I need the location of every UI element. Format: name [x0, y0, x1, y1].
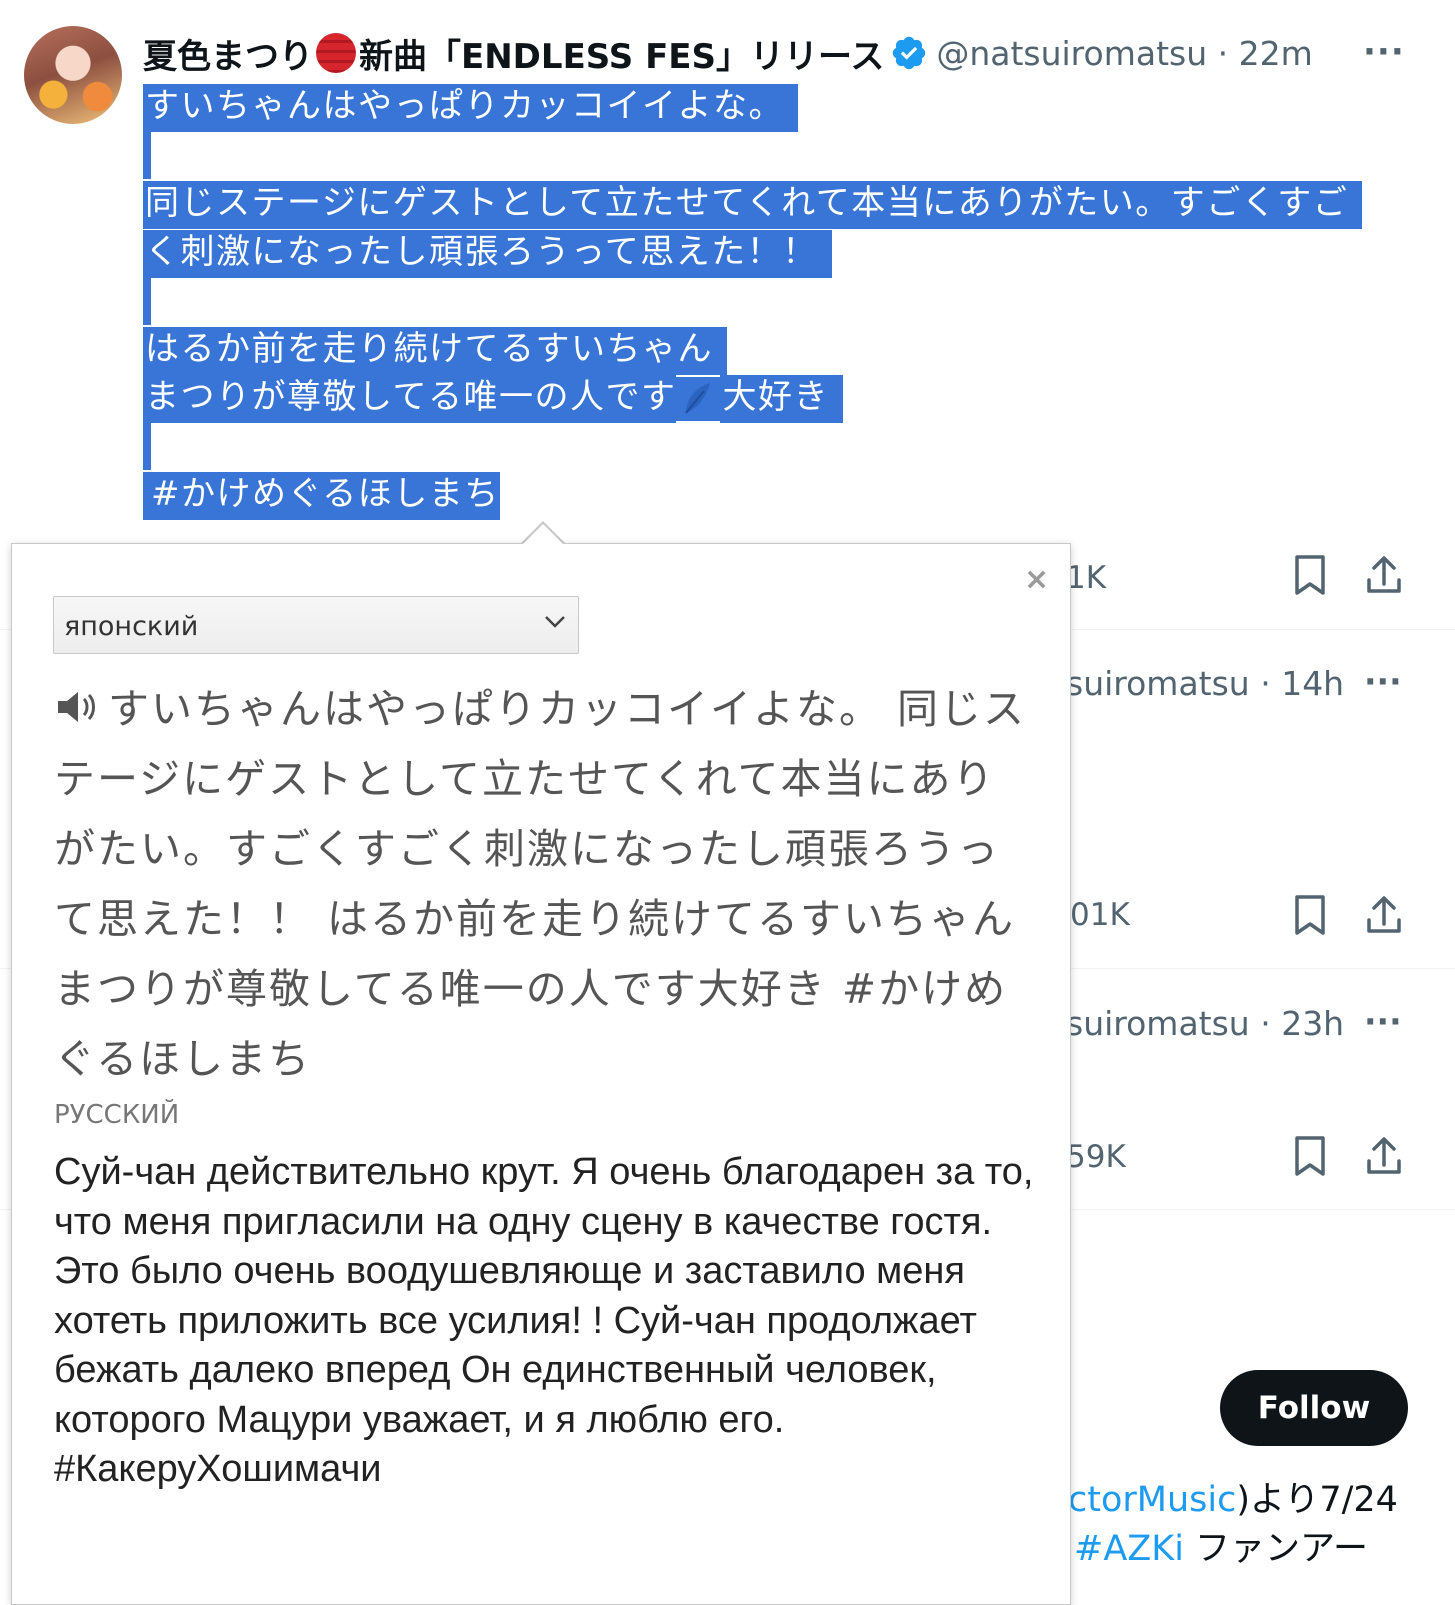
tweet-line: く刺激になったし頑張ろうって思えた！！ — [143, 229, 832, 278]
translated-text: Суй-чан действительно крут. Я очень благ… — [54, 1151, 1034, 1490]
tweet-line: 大好き — [720, 375, 843, 423]
more-icon[interactable]: ··· — [1364, 1002, 1402, 1041]
source-language-select[interactable]: японский — [53, 596, 579, 654]
source-language-value: японский — [64, 611, 199, 642]
bookmark-icon[interactable] — [1290, 1134, 1330, 1178]
engagement-count: 1K — [1066, 560, 1107, 596]
avatar[interactable] — [24, 26, 122, 124]
bio-text: ファンアー — [1183, 1529, 1368, 1569]
hashtag-link[interactable]: #AZKi — [1074, 1529, 1184, 1569]
follow-button[interactable]: Follow — [1220, 1370, 1408, 1446]
selection-blank-line — [143, 421, 151, 470]
tweet-line: まつりが尊敬してる唯一の人です — [143, 375, 677, 423]
tweet-line: 同じステージにゲストとして立たせてくれて本当にありがたい。すごくすご — [143, 181, 1363, 229]
bio-line: ctorMusic)より7/24 — [1068, 1471, 1398, 1522]
separator-dot: · — [1207, 33, 1239, 73]
feed-handle[interactable]: suiromatsu · 14h — [1066, 664, 1344, 703]
engagement-count: 59K — [1066, 1139, 1126, 1175]
display-name[interactable]: 夏色まつり — [143, 29, 313, 78]
source-text-block: すいちゃんはやっぱりカッコイイよな。 同じステージにゲストとして立たせてくれて本… — [54, 674, 1034, 1094]
tweet-line: すいちゃんはやっぱりカッコイイよな。 — [143, 84, 798, 132]
share-icon[interactable] — [1364, 553, 1404, 597]
tweet-header: 夏色まつり 新曲「ENDLESS FES」リリース @natsuiromatsu… — [143, 28, 1443, 78]
tweet-text: すいちゃんはやっぱりカッコイイよな。 同じステージにゲストとして立たせてくれて本… — [143, 82, 1403, 520]
bio-text: )より7/24 — [1236, 1480, 1398, 1520]
hashtag-link[interactable]: #かけめぐるほしまち — [143, 472, 500, 520]
bookmark-icon[interactable] — [1290, 893, 1330, 937]
selection-blank-line — [143, 276, 151, 325]
source-text: すいちゃんはやっぱりカッコイイよな。 同じステージにゲストとして立たせてくれて本… — [54, 685, 1027, 1083]
speaker-icon[interactable] — [54, 687, 98, 727]
engagement-count: 01K — [1070, 897, 1130, 933]
close-icon[interactable]: × — [1024, 562, 1049, 597]
more-icon[interactable]: ··· — [1364, 662, 1402, 701]
share-icon[interactable] — [1364, 893, 1404, 937]
leaf-icon — [676, 376, 721, 421]
translation-popup: × японский すいちゃんはやっぱりカッコイイよな。 同じステージにゲスト… — [11, 543, 1071, 1605]
tweet-time[interactable]: 22m — [1239, 34, 1313, 73]
handle[interactable]: @natsuiromatsu — [936, 34, 1207, 73]
share-icon[interactable] — [1364, 1134, 1404, 1178]
lantern-flag-icon — [316, 33, 356, 73]
tweet-line: はるか前を走り続けてるすいちゃん — [143, 326, 727, 375]
display-name-suffix[interactable]: 新曲「ENDLESS FES」リリース — [359, 29, 884, 78]
bookmark-icon[interactable] — [1290, 553, 1330, 597]
more-icon[interactable]: ··· — [1363, 32, 1405, 72]
bio-line: #AZKi ファンアー — [1074, 1520, 1368, 1571]
chevron-down-icon — [545, 616, 565, 628]
popup-arrow-fill — [522, 524, 564, 545]
verified-badge-icon — [893, 36, 926, 70]
target-language-label: РУССКИЙ — [54, 1100, 180, 1130]
feed-handle[interactable]: suiromatsu · 23h — [1066, 1004, 1344, 1043]
selection-blank-line — [143, 130, 151, 179]
mention-link[interactable]: ctorMusic — [1068, 1480, 1236, 1520]
